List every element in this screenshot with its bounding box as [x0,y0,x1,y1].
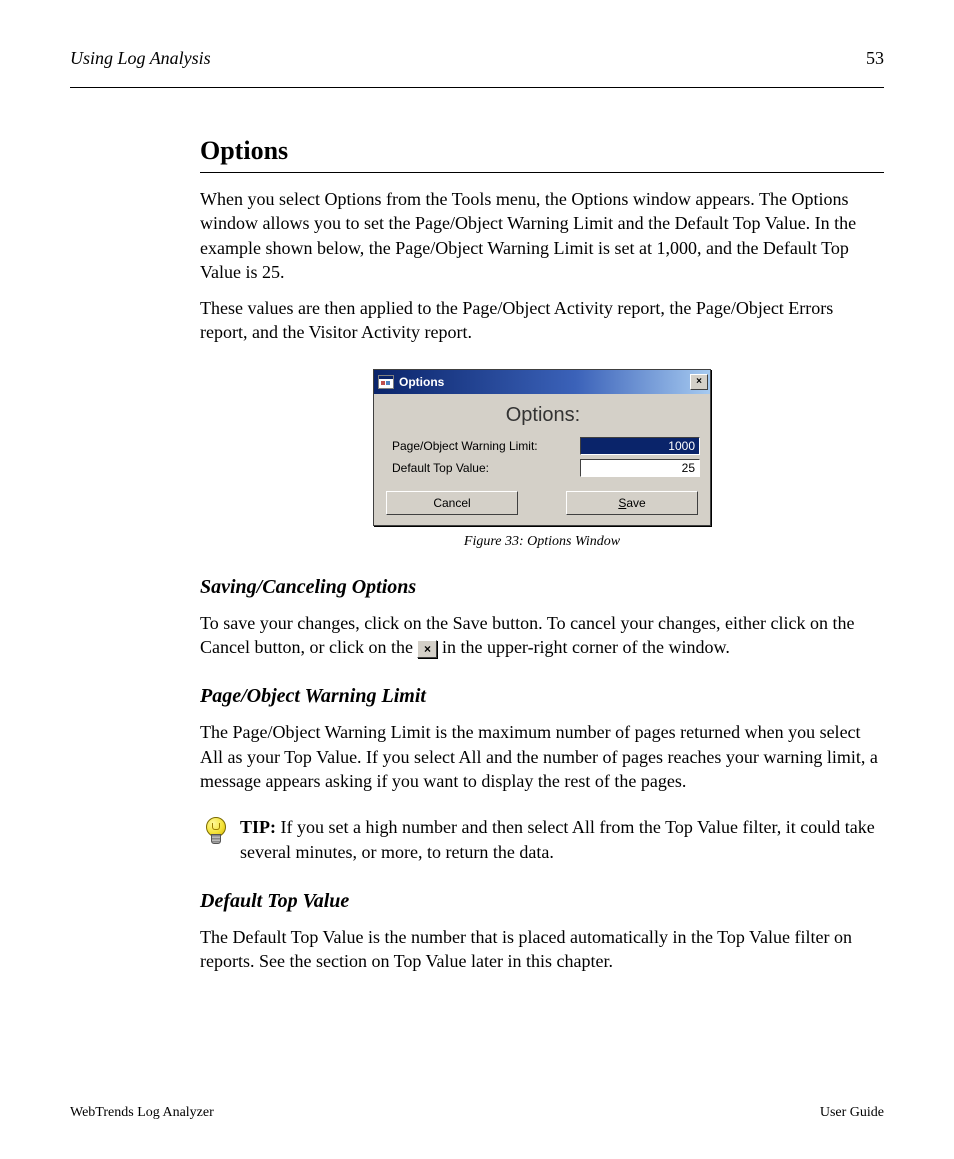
subheading-default-top: Default Top Value [200,890,884,913]
header-chapter: Using Log Analysis [70,48,211,69]
footer-left: WebTrends Log Analyzer [70,1105,214,1121]
intro-paragraph-1: When you select Options from the Tools m… [200,187,884,284]
section-heading-options: Options [200,136,884,166]
warning-limit-paragraph: The Page/Object Warning Limit is the max… [200,720,884,793]
close-icon: × [417,640,437,658]
header-page-number: 53 [866,48,884,69]
figure-caption: Figure 33: Options Window [200,534,884,550]
options-dialog: Options × Options: Page/Object Warning L… [373,369,711,526]
dialog-titlebar[interactable]: Options × [374,370,710,394]
default-top-paragraph: The Default Top Value is the number that… [200,925,884,974]
lightbulb-icon [204,817,226,847]
tip-block: TIP: If you set a high number and then s… [200,815,884,864]
subheading-warning-limit: Page/Object Warning Limit [200,685,884,708]
app-icon [378,375,394,389]
tip-label: TIP: [240,817,276,837]
warning-limit-input[interactable] [580,437,700,455]
options-dialog-figure: Options × Options: Page/Object Warning L… [200,369,884,550]
dialog-title: Options [399,375,444,389]
subheading-saving: Saving/Canceling Options [200,576,884,599]
footer-right: User Guide [820,1105,884,1121]
tip-body: If you set a high number and then select… [240,817,875,861]
save-button[interactable]: Save [566,491,698,515]
cancel-button[interactable]: Cancel [386,491,518,515]
section-rule [200,172,884,173]
header-rule [70,87,884,88]
close-icon[interactable]: × [690,374,708,390]
saving-paragraph: To save your changes, click on the Save … [200,611,884,660]
warning-limit-label: Page/Object Warning Limit: [392,439,538,453]
dialog-body-title: Options: [386,404,700,427]
intro-paragraph-2: These values are then applied to the Pag… [200,296,884,345]
default-top-input[interactable] [580,459,700,477]
default-top-label: Default Top Value: [392,461,489,475]
